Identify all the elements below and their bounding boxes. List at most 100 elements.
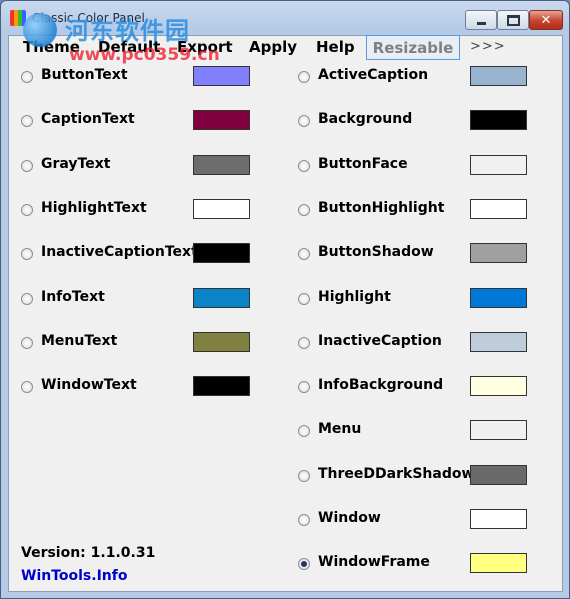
color-name-label: ButtonShadow <box>318 244 434 261</box>
color-swatch-captiontext[interactable] <box>193 110 250 131</box>
maximize-button[interactable] <box>497 10 529 30</box>
color-name-label: ButtonText <box>41 67 128 83</box>
color-name-label: ThreeDDarkShadow <box>318 465 475 482</box>
color-swatch-buttontext[interactable] <box>193 66 250 86</box>
window-title: Classic Color Panel <box>32 11 145 25</box>
color-swatch-graytext[interactable] <box>193 154 250 175</box>
color-name-label: ButtonHighlight <box>318 199 445 216</box>
color-name-label: InactiveCaption <box>318 332 442 349</box>
color-row-graytext[interactable]: GrayText <box>21 154 250 177</box>
color-swatch-menu[interactable] <box>470 420 527 441</box>
app-icon <box>10 10 26 26</box>
radio-threeddarkshadow[interactable] <box>298 469 310 482</box>
color-name-label: WindowFrame <box>318 554 430 571</box>
menu-theme[interactable]: Theme <box>23 38 80 56</box>
color-row-menutext[interactable]: MenuText <box>21 331 250 354</box>
color-row-windowframe[interactable]: WindowFrame <box>298 553 527 575</box>
color-swatch-window[interactable] <box>470 509 527 529</box>
radio-windowframe[interactable] <box>298 558 310 571</box>
color-swatch-menutext[interactable] <box>193 331 250 352</box>
color-name-label: InactiveCaptionText <box>41 244 198 261</box>
radio-infotext[interactable] <box>21 292 33 305</box>
radio-inactivecaptiontext[interactable] <box>21 248 33 261</box>
color-row-infotext[interactable]: InfoText <box>21 287 250 310</box>
color-row-threeddarkshadow[interactable]: ThreeDDarkShadow <box>298 464 527 487</box>
color-swatch-highlight[interactable] <box>470 287 527 308</box>
color-row-buttonface[interactable]: ButtonFace <box>298 154 527 177</box>
color-swatch-infotext[interactable] <box>193 287 250 308</box>
version-label: Version: 1.1.0.31 <box>21 545 156 561</box>
color-row-activecaption[interactable]: ActiveCaption <box>298 66 527 88</box>
radio-menu[interactable] <box>298 425 310 438</box>
color-name-label: Highlight <box>318 288 391 305</box>
color-name-label: ActiveCaption <box>318 67 429 83</box>
minimize-button[interactable] <box>465 10 497 30</box>
color-swatch-buttonshadow[interactable] <box>470 243 527 264</box>
more-menu-chevron[interactable]: >>> <box>470 39 506 54</box>
radio-background[interactable] <box>298 115 310 128</box>
menu-default[interactable]: Default <box>98 38 160 56</box>
color-name-label: Background <box>318 111 413 128</box>
color-name-label: WindowText <box>41 377 137 394</box>
radio-infobackground[interactable] <box>298 381 310 394</box>
color-swatch-background[interactable] <box>470 110 527 131</box>
app-window: Classic Color Panel ✕ Theme Default Expo… <box>0 0 570 599</box>
color-name-label: InfoBackground <box>318 377 444 394</box>
radio-inactivecaption[interactable] <box>298 336 310 349</box>
color-row-buttontext[interactable]: ButtonText <box>21 66 250 88</box>
color-row-captiontext[interactable]: CaptionText <box>21 110 250 132</box>
title-bar[interactable]: Classic Color Panel ✕ <box>1 1 569 35</box>
color-name-label: GrayText <box>41 155 111 172</box>
color-row-buttonshadow[interactable]: ButtonShadow <box>298 243 527 265</box>
radio-highlighttext[interactable] <box>21 203 33 216</box>
color-row-highlighttext[interactable]: HighlightText <box>21 198 250 221</box>
minimize-icon <box>476 21 486 25</box>
client-area: Theme Default Export Apply Help Resizabl… <box>8 35 563 592</box>
color-row-highlight[interactable]: Highlight <box>298 287 527 310</box>
color-swatch-buttonface[interactable] <box>470 154 527 175</box>
color-name-label: CaptionText <box>41 111 135 128</box>
menu-export[interactable]: Export <box>177 38 233 56</box>
color-swatch-windowframe[interactable] <box>470 553 527 574</box>
color-name-label: HighlightText <box>41 199 147 216</box>
radio-menutext[interactable] <box>21 336 33 349</box>
color-row-background[interactable]: Background <box>298 110 527 132</box>
color-swatch-inactivecaption[interactable] <box>470 331 527 352</box>
radio-buttonface[interactable] <box>298 159 310 172</box>
close-icon: ✕ <box>540 12 552 28</box>
color-swatch-activecaption[interactable] <box>470 66 527 86</box>
close-button[interactable]: ✕ <box>529 10 563 30</box>
radio-buttonshadow[interactable] <box>298 248 310 261</box>
radio-windowtext[interactable] <box>21 381 33 394</box>
color-row-buttonhighlight[interactable]: ButtonHighlight <box>298 198 527 221</box>
color-swatch-highlighttext[interactable] <box>193 198 250 219</box>
color-row-windowtext[interactable]: WindowText <box>21 376 250 398</box>
color-swatch-threeddarkshadow[interactable] <box>470 464 527 485</box>
color-swatch-infobackground[interactable] <box>470 376 527 397</box>
color-swatch-windowtext[interactable] <box>193 376 250 397</box>
menu-bar: Theme Default Export Apply Help Resizabl… <box>9 35 562 62</box>
radio-buttonhighlight[interactable] <box>298 203 310 216</box>
color-name-label: Window <box>318 510 381 526</box>
radio-captiontext[interactable] <box>21 115 33 128</box>
color-swatch-buttonhighlight[interactable] <box>470 198 527 219</box>
color-row-infobackground[interactable]: InfoBackground <box>298 376 527 398</box>
color-name-label: Menu <box>318 421 362 438</box>
color-row-inactivecaption[interactable]: InactiveCaption <box>298 331 527 354</box>
color-swatch-inactivecaptiontext[interactable] <box>193 243 250 264</box>
radio-activecaption[interactable] <box>298 71 310 83</box>
resizable-button[interactable]: Resizable <box>366 35 460 60</box>
color-row-inactivecaptiontext[interactable]: InactiveCaptionText <box>21 243 250 265</box>
menu-apply[interactable]: Apply <box>249 38 297 56</box>
wintools-link[interactable]: WinTools.Info <box>21 568 127 584</box>
radio-graytext[interactable] <box>21 159 33 172</box>
radio-window[interactable] <box>298 514 310 526</box>
color-name-label: ButtonFace <box>318 155 408 172</box>
color-row-menu[interactable]: Menu <box>298 420 527 442</box>
menu-help[interactable]: Help <box>316 38 355 56</box>
color-name-label: MenuText <box>41 332 118 349</box>
radio-highlight[interactable] <box>298 292 310 305</box>
color-row-window[interactable]: Window <box>298 509 527 531</box>
radio-buttontext[interactable] <box>21 71 33 83</box>
maximize-icon <box>506 14 520 26</box>
